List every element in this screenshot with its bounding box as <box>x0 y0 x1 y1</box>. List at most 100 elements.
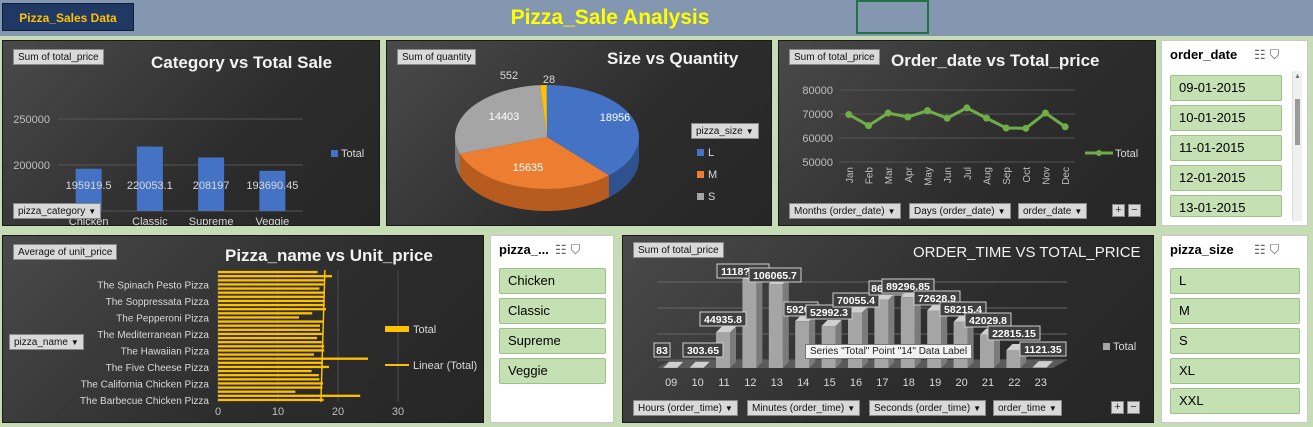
months-filter-label: Months (order_date) <box>794 206 885 217</box>
y-tick-label: The Spinach Pesto Pizza <box>97 280 209 291</box>
x-tick-label: Feb <box>865 167 876 185</box>
y-tick-label: The Mediterranean Pizza <box>97 330 209 341</box>
data-label: 22815.15 <box>992 328 1036 340</box>
selected-cell[interactable] <box>856 0 929 34</box>
y-tick-label: 250000 <box>13 114 50 126</box>
dropdown-arrow-icon: ▼ <box>70 338 79 347</box>
scroll-up-icon[interactable]: ▲ <box>1294 73 1301 80</box>
clear-filter-icon[interactable]: ⛉ <box>1270 242 1284 257</box>
days-filter[interactable]: Days (order_date) ▼ <box>909 203 1011 219</box>
data-label: 44935.8 <box>704 314 742 326</box>
slicer-item[interactable]: 09-01-2015 <box>1170 75 1282 101</box>
data-label: 42029.8 <box>969 315 1007 327</box>
legend-swatch <box>697 193 704 200</box>
data-point <box>865 122 872 130</box>
slicer-item[interactable]: XXL <box>1170 388 1300 414</box>
data-point <box>1061 123 1069 131</box>
data-label: 70055.4 <box>837 295 875 307</box>
bar <box>218 398 324 402</box>
expand-button[interactable]: + <box>1112 204 1125 217</box>
data-label: 552 <box>500 70 518 82</box>
bar <box>1032 367 1047 368</box>
pizza-name-filter-label: pizza_name <box>14 337 68 348</box>
bar <box>218 361 323 364</box>
x-tick-label: 16 <box>850 377 862 389</box>
dropdown-arrow-icon: ▼ <box>1074 207 1083 216</box>
legend-swatch <box>697 149 704 156</box>
y-tick-label: The Soppressata Pizza <box>106 297 210 308</box>
expand-button[interactable]: + <box>1111 401 1124 414</box>
order-time-filter[interactable]: order_time ▼ <box>993 400 1062 416</box>
bar <box>218 328 320 331</box>
pizza-size-legend-filter[interactable]: pizza_size ▼ <box>691 123 759 139</box>
data-label: 15635 <box>513 162 544 174</box>
order-time-chart-panel[interactable]: Sum of total_price ORDER_TIME VS TOTAL_P… <box>622 235 1154 423</box>
slicer-item[interactable]: 11-01-2015 <box>1170 135 1282 161</box>
scroll-thumb[interactable] <box>1295 99 1300 145</box>
bar <box>218 283 324 286</box>
slicer-item[interactable]: 10-01-2015 <box>1170 105 1282 131</box>
unit-price-chart-panel[interactable]: Average of unit_price Pizza_name vs Unit… <box>2 235 484 423</box>
legend-swatch <box>385 326 409 332</box>
pizza-size-legend-label: pizza_size <box>696 126 743 137</box>
x-tick-label: 19 <box>929 377 941 389</box>
collapse-button[interactable]: − <box>1128 204 1141 217</box>
pizza-category-slicer[interactable]: pizza_... ☷⛉ Chicken Classic Supreme Veg… <box>490 235 614 423</box>
clear-filter-icon[interactable]: ⛉ <box>571 242 585 257</box>
data-label: 28 <box>543 74 555 86</box>
x-tick-label: 21 <box>982 377 994 389</box>
data-label-box: 44935.8 <box>699 311 747 327</box>
slicer-item[interactable]: 12-01-2015 <box>1170 165 1282 191</box>
size-chart-panel[interactable]: Sum of quantity Size vs Quantity 18956 15… <box>386 40 772 226</box>
legend-label: Total <box>341 148 364 160</box>
slicer-item[interactable]: L <box>1170 268 1300 294</box>
order-date-line-chart: 50000 60000 70000 80000 Jan Feb Mar Apr May Jun Ju… <box>802 85 1138 186</box>
sheet-tab[interactable]: Pizza_Sales Data <box>2 3 134 31</box>
bar <box>1006 349 1021 368</box>
slicer-item[interactable]: Veggie <box>499 358 606 384</box>
multi-select-icon[interactable]: ☷ <box>1254 47 1270 62</box>
hours-filter[interactable]: Hours (order_time) ▼ <box>633 400 738 416</box>
seconds-filter[interactable]: Seconds (order_time) ▼ <box>869 400 987 416</box>
slicer-scrollbar[interactable]: ▲ <box>1292 71 1302 221</box>
legend-swatch <box>331 150 338 157</box>
dropdown-arrow-icon: ▼ <box>887 207 896 216</box>
collapse-button[interactable]: − <box>1127 401 1140 414</box>
slicer-icons: ☷⛉ <box>1254 242 1283 258</box>
y-tick-label: 80000 <box>802 85 833 97</box>
pizza-category-filter[interactable]: pizza_category ▼ <box>13 203 102 219</box>
order-date-filter[interactable]: order_date ▼ <box>1018 203 1088 219</box>
data-label: 220053.1 <box>127 180 173 192</box>
legend-swatch <box>1103 343 1110 350</box>
x-tick-label: Aug <box>983 167 994 185</box>
bar-side <box>730 326 736 368</box>
bar <box>218 275 332 278</box>
slicer-item[interactable]: Chicken <box>499 268 606 294</box>
x-tick-label: May <box>924 167 935 186</box>
category-chart-panel[interactable]: Sum of total_price Category vs Total Sal… <box>2 40 380 226</box>
pizza-name-filter[interactable]: pizza_name ▼ <box>9 334 84 350</box>
clear-filter-icon[interactable]: ⛉ <box>1270 47 1284 62</box>
slicer-item[interactable]: Classic <box>499 298 606 324</box>
x-tick-label: 14 <box>797 377 809 389</box>
dropdown-arrow-icon: ▼ <box>1048 404 1057 413</box>
order-date-slicer[interactable]: order_date ☷⛉ 09-01-2015 10-01-2015 11-0… <box>1161 40 1308 226</box>
y-tick-label: The Five Cheese Pizza <box>106 363 210 374</box>
x-tick-label: 30 <box>392 406 404 418</box>
slicer-item[interactable]: 13-01-2015 <box>1170 195 1282 217</box>
pizza-size-slicer[interactable]: pizza_size ☷⛉ L M S XL XXL <box>1161 235 1308 423</box>
slicer-item[interactable]: XL <box>1170 358 1300 384</box>
data-point <box>904 113 912 121</box>
legend-label: S <box>708 191 715 203</box>
pizza-size-slicer-title: pizza_size <box>1170 242 1234 257</box>
slicer-item[interactable]: S <box>1170 328 1300 354</box>
category-bar-chart: 150000200000250000195919.5Chicken220053.… <box>13 114 364 225</box>
multi-select-icon[interactable]: ☷ <box>1254 242 1270 257</box>
minutes-filter[interactable]: Minutes (order_time) ▼ <box>747 400 861 416</box>
slicer-item[interactable]: M <box>1170 298 1300 324</box>
slicer-item[interactable]: Supreme <box>499 328 606 354</box>
multi-select-icon[interactable]: ☷ <box>555 242 571 257</box>
months-filter[interactable]: Months (order_date) ▼ <box>789 203 901 219</box>
order-date-chart-panel[interactable]: Sum of total_price Order_date vs Total_p… <box>778 40 1156 226</box>
x-tick-label: Sep <box>1002 167 1013 185</box>
